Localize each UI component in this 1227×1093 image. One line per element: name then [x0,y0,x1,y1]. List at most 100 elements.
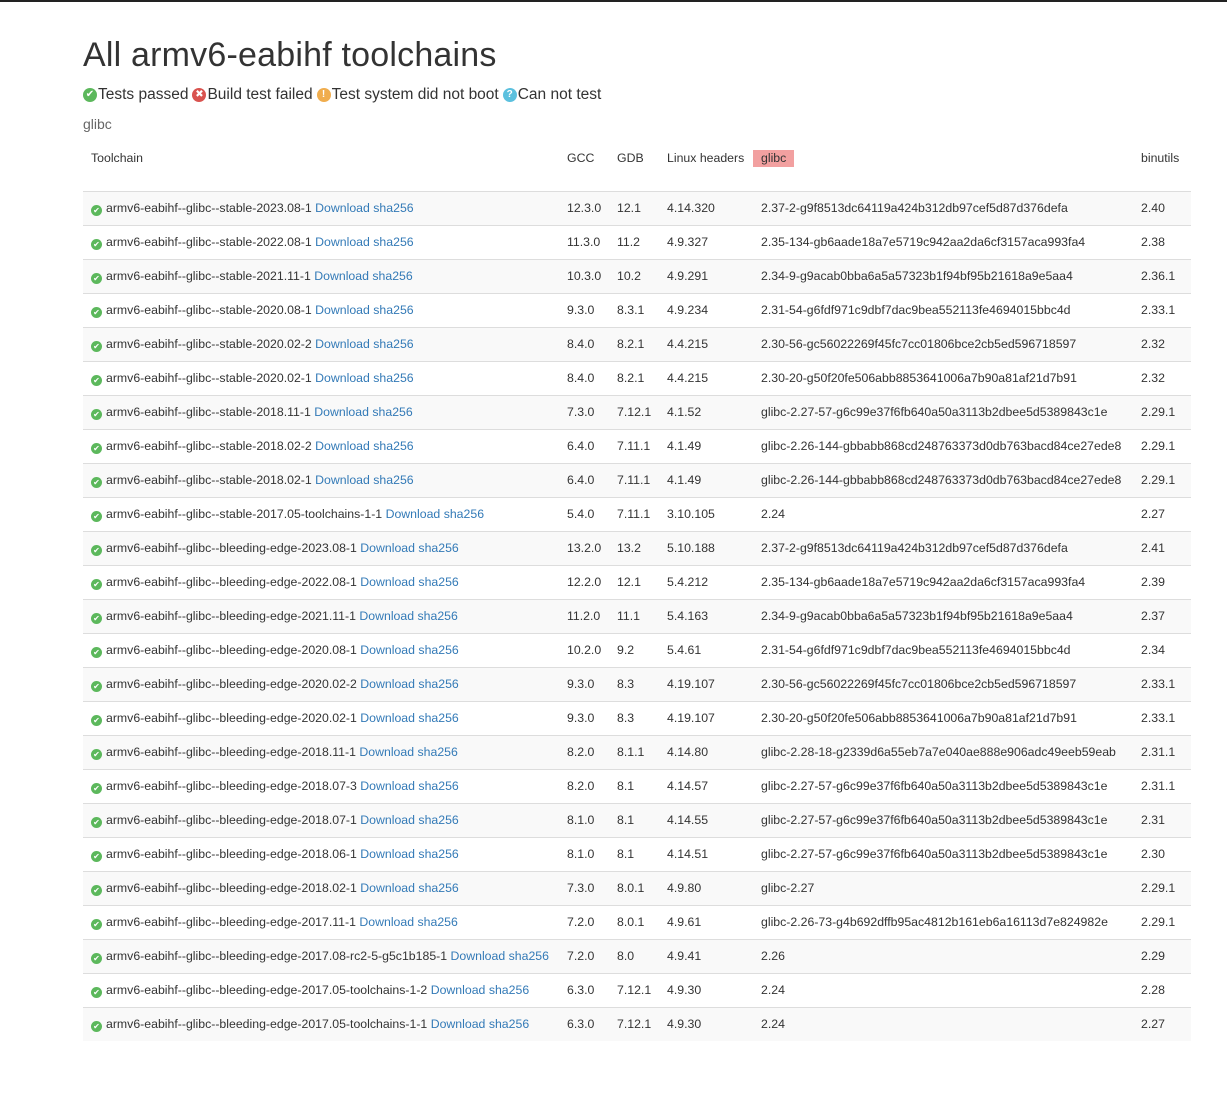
sha256-link[interactable]: sha256 [373,473,413,487]
download-link[interactable]: Download [360,575,415,589]
download-link[interactable]: Download [315,303,370,317]
column-header-glibc[interactable]: glibc [753,142,1133,192]
legend-did-not-boot: ! Test system did not boot [316,86,499,104]
table-row: ✔ armv6-eabihf--glibc--bleeding-edge-2018… [83,803,1191,838]
sha256-link[interactable]: sha256 [373,235,413,249]
column-header-toolchain[interactable]: Toolchain [83,142,559,192]
toolchain-name: armv6-eabihf--glibc--bleeding-edge-2017.… [106,983,428,997]
legend-label: Can not test [517,86,602,103]
download-link[interactable]: Download [360,779,415,793]
legend-label: Tests passed [98,86,189,103]
download-link[interactable]: Download [359,745,414,759]
sha256-link[interactable]: sha256 [418,915,458,929]
download-link[interactable]: Download [451,949,506,963]
download-link[interactable]: Download [431,983,486,997]
download-link[interactable]: Download [315,337,370,351]
download-link[interactable]: Download [360,711,415,725]
gdb-version: 13.2 [609,531,659,566]
sha256-link[interactable]: sha256 [373,337,413,351]
download-link[interactable]: Download [386,507,441,521]
toolchain-name: armv6-eabihf--glibc--stable-2018.11-1 [106,405,311,419]
sha256-link[interactable]: sha256 [418,643,458,657]
download-link[interactable]: Download [360,677,415,691]
linux-headers-version: 4.9.234 [659,293,753,328]
binutils-version: 2.40 [1133,191,1191,226]
sha256-link[interactable]: sha256 [418,847,458,861]
binutils-version: 2.28 [1133,973,1191,1008]
sha256-link[interactable]: sha256 [418,677,458,691]
gdb-version: 8.1 [609,803,659,838]
download-link[interactable]: Download [360,813,415,827]
download-link[interactable]: Download [315,201,370,215]
column-header-gcc[interactable]: GCC [559,142,609,192]
download-link[interactable]: Download [431,1017,486,1031]
check-circle-icon: ✔ [91,613,102,624]
sha256-link[interactable]: sha256 [372,405,412,419]
gcc-version: 11.3.0 [559,225,609,260]
download-link[interactable]: Download [360,541,415,555]
sha256-link[interactable]: sha256 [418,609,458,623]
linux-headers-version: 4.14.80 [659,735,753,770]
download-link[interactable]: Download [359,915,414,929]
download-link[interactable]: Download [314,269,369,283]
gcc-version: 9.3.0 [559,667,609,702]
sha256-link[interactable]: sha256 [418,745,458,759]
column-header-linux-headers[interactable]: Linux headers [659,142,753,192]
sha256-link[interactable]: sha256 [372,269,412,283]
check-circle-icon: ✔ [91,715,102,726]
sha256-link[interactable]: sha256 [373,201,413,215]
sha256-link[interactable]: sha256 [418,813,458,827]
gcc-version: 10.2.0 [559,633,609,668]
sha256-link[interactable]: sha256 [418,881,458,895]
column-header-gdb[interactable]: GDB [609,142,659,192]
gdb-version: 8.0 [609,939,659,974]
download-link[interactable]: Download [359,609,414,623]
linux-headers-version: 4.9.30 [659,973,753,1008]
download-link[interactable]: Download [315,371,370,385]
check-circle-icon: ✔ [91,273,102,284]
download-link[interactable]: Download [315,473,370,487]
sha256-link[interactable]: sha256 [373,371,413,385]
column-header-binutils[interactable]: binutils [1133,142,1191,192]
linux-headers-version: 5.4.163 [659,599,753,634]
sha256-link[interactable]: sha256 [489,1017,529,1031]
download-link[interactable]: Download [360,847,415,861]
table-row: ✔ armv6-eabihf--glibc--stable-2020.02-2 D… [83,327,1191,362]
download-link[interactable]: Download [314,405,369,419]
toolchain-name: armv6-eabihf--glibc--bleeding-edge-2017.… [106,1017,428,1031]
table-row: ✔ armv6-eabihf--glibc--bleeding-edge-2022… [83,565,1191,600]
sha256-link[interactable]: sha256 [373,439,413,453]
gdb-version: 7.12.1 [609,1007,659,1041]
glibc-version: 2.24 [753,1007,1133,1041]
gdb-version: 8.0.1 [609,905,659,940]
linux-headers-version: 4.9.61 [659,905,753,940]
sha256-link[interactable]: sha256 [418,711,458,725]
sha256-link[interactable]: sha256 [418,541,458,555]
gdb-version: 8.3.1 [609,293,659,328]
toolchain-name: armv6-eabihf--glibc--stable-2018.02-2 [106,439,312,453]
glibc-version: 2.30-56-gc56022269f45fc7cc01806bce2cb5ed… [753,327,1133,362]
sha256-link[interactable]: sha256 [373,303,413,317]
sha256-link[interactable]: sha256 [418,575,458,589]
glibc-version: 2.24 [753,497,1133,532]
check-circle-icon: ✔ [91,511,102,522]
sha256-link[interactable]: sha256 [444,507,484,521]
check-circle-icon: ✔ [91,375,102,386]
glibc-header-highlight: glibc [753,150,795,167]
gcc-version: 7.2.0 [559,939,609,974]
check-circle-icon: ✔ [91,681,102,692]
download-link[interactable]: Download [315,439,370,453]
download-link[interactable]: Download [360,881,415,895]
binutils-version: 2.31.1 [1133,769,1191,804]
sha256-link[interactable]: sha256 [489,983,529,997]
table-row: ✔ armv6-eabihf--glibc--bleeding-edge-2021… [83,599,1191,634]
sha256-link[interactable]: sha256 [418,779,458,793]
linux-headers-version: 4.9.41 [659,939,753,974]
glibc-version: 2.34-9-g9acab0bba6a5a57323b1f94bf95b2161… [753,599,1133,634]
download-link[interactable]: Download [360,643,415,657]
glibc-version: 2.35-134-gb6aade18a7e5719c942aa2da6cf315… [753,225,1133,260]
toolchain-name: armv6-eabihf--glibc--bleeding-edge-2017.… [106,949,448,963]
sha256-link[interactable]: sha256 [509,949,549,963]
gdb-version: 8.1 [609,769,659,804]
download-link[interactable]: Download [315,235,370,249]
